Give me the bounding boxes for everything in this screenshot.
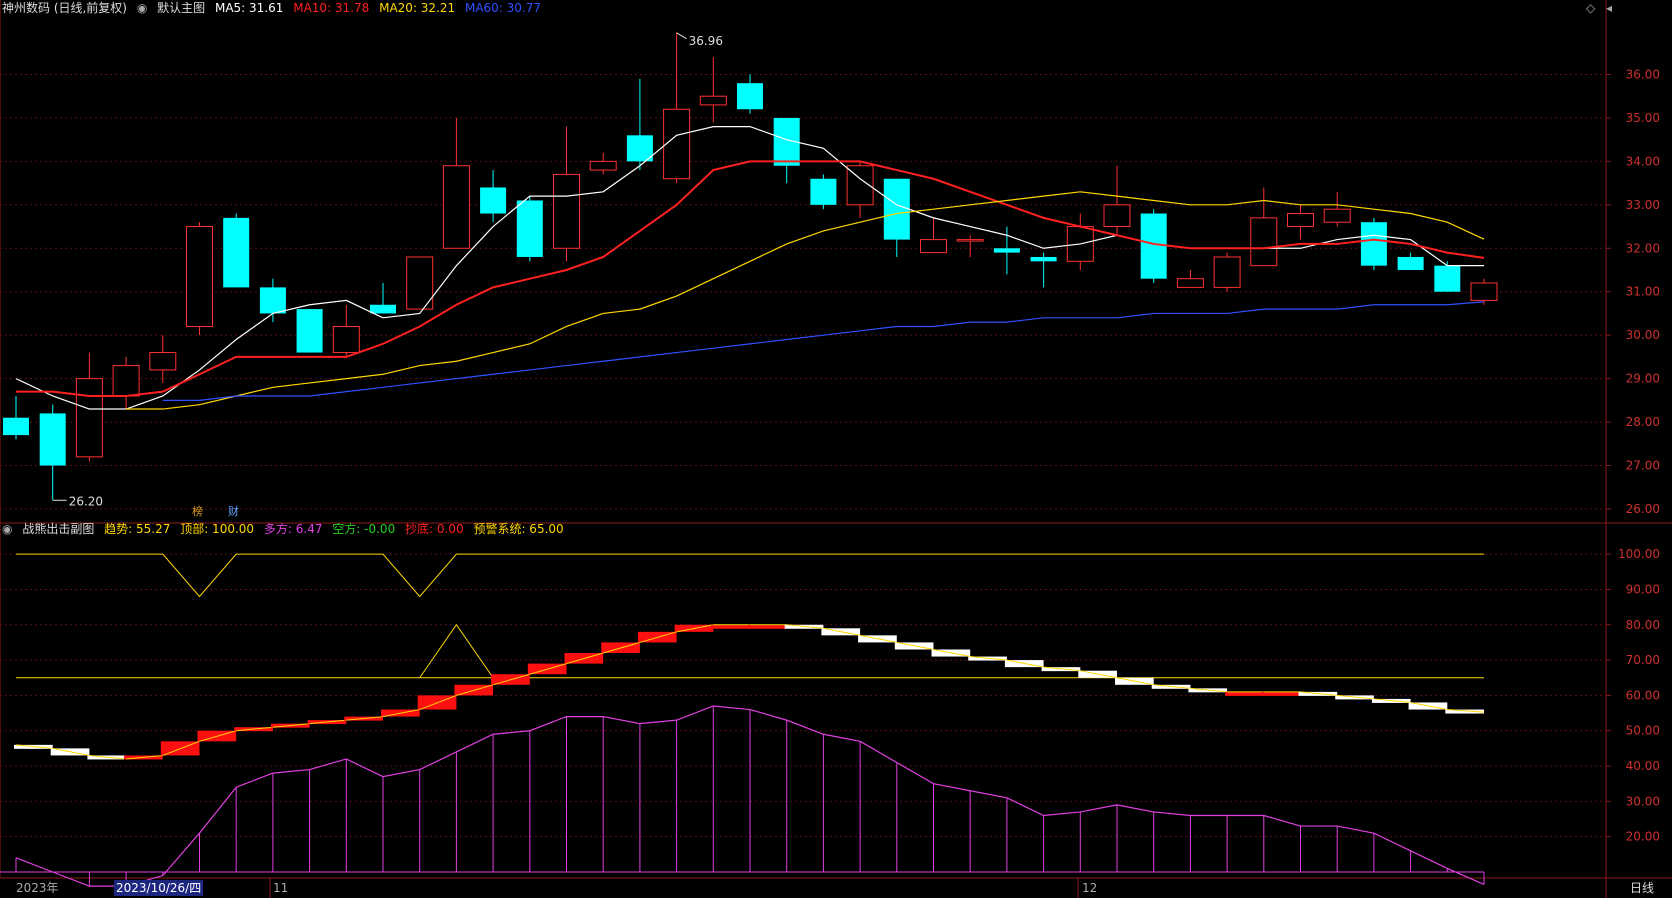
- stock-title[interactable]: 神州数码 (日线,前复权): [2, 1, 127, 15]
- main-y-tick-label: 35.00: [1626, 111, 1660, 125]
- trend-label: 趋势: 55.27: [104, 522, 171, 536]
- candle-body-up: [442, 165, 470, 249]
- diamond-icon[interactable]: ◇: [1586, 0, 1595, 16]
- candle-body-up: [1213, 256, 1241, 288]
- candle-body-down: [296, 309, 323, 353]
- top-label: 顶部: 100.00: [180, 522, 255, 536]
- sub-indicator-name[interactable]: 战熊出击副图: [22, 522, 94, 536]
- main-y-tick-label: 31.00: [1626, 285, 1660, 299]
- cursor-date-label: 2023/10/26/四: [114, 880, 204, 896]
- month-12-label: 12: [1082, 881, 1098, 895]
- candle-body-up: [553, 173, 580, 249]
- trend-block-up: [748, 624, 787, 629]
- candle-body-down: [883, 178, 910, 240]
- candle-body-up: [663, 108, 691, 180]
- sub-y-tick-label: 50.00: [1626, 724, 1660, 738]
- candle-body-up: [332, 325, 360, 354]
- main-y-tick-label: 30.00: [1626, 328, 1660, 342]
- trend-block-up: [1261, 691, 1301, 696]
- marker-cai[interactable]: 财: [228, 504, 239, 520]
- candle-body-up: [186, 226, 213, 327]
- max-price-label: 36.96: [689, 34, 723, 48]
- ma-line-ma20: [126, 191, 1485, 410]
- candle-body-up: [1323, 208, 1351, 223]
- candle-body-up: [1287, 213, 1314, 228]
- period-button[interactable]: 日线: [1630, 880, 1654, 896]
- trend-block-up: [1225, 691, 1264, 696]
- trend-block-up: [711, 624, 750, 629]
- candle-body-up: [75, 378, 103, 458]
- main-y-tick-label: 33.00: [1626, 198, 1660, 212]
- max-price-pointer: [676, 32, 687, 40]
- main-indicator-icon[interactable]: ◉: [137, 1, 147, 15]
- candle-body-down: [1140, 213, 1167, 279]
- candle-body-down: [370, 304, 396, 314]
- candle-body-down: [223, 217, 250, 288]
- ma5-label: MA5: 31.61: [214, 1, 284, 15]
- candle-body-down: [39, 413, 66, 466]
- marker-bang[interactable]: 榜: [192, 504, 203, 520]
- scroll-right-icon[interactable]: ◂: [1606, 0, 1612, 16]
- main-y-tick-label: 36.00: [1626, 67, 1660, 81]
- main-y-tick-label: 27.00: [1626, 459, 1660, 473]
- candle-body-down: [810, 178, 837, 205]
- trend-spike: [419, 623, 494, 679]
- warning-label: 预警系统: 65.00: [473, 522, 564, 536]
- main-chart-header: 神州数码 (日线,前复权) ◉ 默认主图 MA5: 31.61 MA10: 31…: [2, 0, 547, 16]
- candle-body-up: [1103, 204, 1131, 228]
- candle-body-up: [589, 160, 617, 171]
- sub-y-tick-label: 100.00: [1618, 547, 1660, 561]
- candle-body-up: [1250, 217, 1278, 267]
- sub-y-tick-label: 80.00: [1626, 618, 1660, 632]
- candle-body-down: [993, 248, 1020, 253]
- ma20-label: MA20: 32.21: [379, 1, 456, 15]
- candle-body-down: [1397, 256, 1424, 270]
- ma10-label: MA10: 31.78: [293, 1, 370, 15]
- candle-body-up: [699, 95, 727, 106]
- min-price-label: 26.20: [69, 494, 103, 508]
- sub-y-tick-label: 20.00: [1626, 830, 1660, 844]
- candle-body-down: [516, 200, 543, 257]
- main-y-tick-label: 28.00: [1626, 415, 1660, 429]
- sub-y-tick-label: 70.00: [1626, 653, 1660, 667]
- candle-body-up: [920, 239, 947, 254]
- candle-body-down: [259, 287, 286, 314]
- candle-body-up: [1470, 282, 1498, 301]
- ma60-label: MA60: 30.77: [464, 1, 542, 15]
- bear-label: 空方: -0.00: [332, 522, 396, 536]
- year-label: 2023年: [16, 881, 59, 895]
- candle-body-down: [3, 417, 29, 436]
- candle-body-up: [149, 352, 177, 371]
- bottom-label: 抄底: 0.00: [405, 522, 464, 536]
- candle-body-down: [480, 187, 507, 214]
- candle-body-down: [1030, 256, 1057, 262]
- bull-label: 多方: 6.47: [263, 522, 323, 536]
- top-line: [16, 553, 1484, 598]
- month-11-label: 11: [273, 881, 289, 895]
- candle-body-up: [112, 365, 140, 397]
- sub-y-tick-label: 90.00: [1626, 582, 1660, 596]
- main-y-tick-label: 29.00: [1626, 372, 1660, 386]
- candle-body-up: [956, 239, 984, 242]
- candle-body-down: [1360, 222, 1387, 266]
- candle-body-down: [737, 83, 763, 110]
- candle-body-down: [1434, 265, 1461, 292]
- sub-indicator-icon[interactable]: ◉: [2, 522, 12, 536]
- sub-chart-header: ◉ 战熊出击副图 趋势: 55.27 顶部: 100.00 多方: 6.47 空…: [2, 521, 570, 537]
- sub-y-tick-label: 40.00: [1626, 759, 1660, 773]
- sub-y-tick-label: 60.00: [1626, 688, 1660, 702]
- main-y-tick-label: 26.00: [1626, 502, 1660, 516]
- chart-canvas[interactable]: 36.00 35.00 34.00 33.00 32.00 31.00 30.00 29.00…: [0, 0, 1672, 898]
- main-y-tick-label: 32.00: [1626, 241, 1660, 255]
- main-indicator-name[interactable]: 默认主图: [157, 1, 205, 15]
- main-y-tick-label: 34.00: [1626, 154, 1660, 168]
- candle-body-up: [1176, 278, 1204, 288]
- sub-y-tick-label: 30.00: [1626, 794, 1660, 808]
